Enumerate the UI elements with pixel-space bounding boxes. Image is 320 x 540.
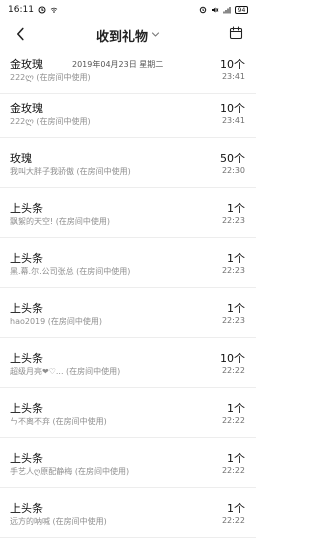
- gift-name: 上头条: [10, 252, 43, 265]
- gift-name: 金玫瑰: [10, 58, 43, 71]
- calendar-button[interactable]: [224, 20, 248, 50]
- gift-name: 上头条: [10, 402, 43, 415]
- gift-sender: hao2019 (在房间中使用): [10, 317, 103, 326]
- gift-name: 上头条: [10, 352, 43, 365]
- top-app-bar: 收到礼物: [0, 20, 256, 50]
- back-button[interactable]: [6, 20, 34, 50]
- gift-count: 1个: [227, 452, 245, 465]
- alarm-icon: [199, 6, 207, 14]
- gift-row[interactable]: 玫瑰 我叫大胖子我骄傲 (在房间中使用) 50个 22:30: [0, 144, 256, 188]
- gift-sender: 手艺人ღ原配静梅 (在房间中使用): [10, 467, 130, 476]
- gift-name: 上头条: [10, 452, 43, 465]
- gift-time: 22:23: [221, 216, 245, 225]
- gift-sender: ㄣ不离不弃 (在房间中使用): [10, 417, 107, 426]
- chevron-down-icon: [151, 28, 160, 43]
- date-overlay: 2019年04月23日 星期二: [72, 60, 164, 69]
- gift-time: 22:23: [221, 266, 245, 275]
- page-title-dropdown[interactable]: 收到礼物: [96, 26, 160, 45]
- mute-icon: [211, 6, 219, 14]
- gift-list[interactable]: 金玫瑰 222ლ (在房间中使用) 10个 23:41 金玫瑰 222ლ (在房…: [0, 50, 256, 540]
- gift-count: 1个: [227, 402, 245, 415]
- gift-time: 22:23: [221, 316, 245, 325]
- signal-icon: [223, 6, 231, 14]
- gift-time: 22:22: [221, 516, 245, 525]
- gift-sender: 远方的呐喊 (在房间中使用): [10, 517, 107, 526]
- gift-row[interactable]: 上头条 远方的呐喊 (在房间中使用) 1个 22:22: [0, 494, 256, 538]
- status-time: 16:11: [8, 5, 34, 15]
- alarm-clock-icon: [38, 6, 46, 14]
- gift-time: 23:41: [221, 116, 245, 125]
- gift-count: 10个: [220, 352, 245, 365]
- gift-time: 22:30: [221, 166, 245, 175]
- gift-row[interactable]: 上头条 飘絮的天空! (在房间中使用) 1个 22:23: [0, 194, 256, 238]
- gift-row[interactable]: 上头条 ㄣ不离不弃 (在房间中使用) 1个 22:22: [0, 394, 256, 438]
- gift-count: 1个: [227, 302, 245, 315]
- status-left: 16:11: [8, 5, 58, 15]
- gift-sender: 黑.幕.尔.公司张总 (在房间中使用): [10, 267, 131, 276]
- gift-count: 10个: [220, 102, 245, 115]
- gift-name: 上头条: [10, 302, 43, 315]
- status-right: 94: [199, 6, 248, 14]
- gift-name: 上头条: [10, 202, 43, 215]
- gift-count: 1个: [227, 202, 245, 215]
- battery-indicator: 94: [235, 6, 248, 14]
- gift-sender: 222ლ (在房间中使用): [10, 117, 91, 126]
- gift-count: 10个: [220, 58, 245, 71]
- gift-time: 22:22: [221, 416, 245, 425]
- gift-name: 上头条: [10, 502, 43, 515]
- chevron-left-icon: [14, 26, 26, 45]
- wifi-icon: [50, 6, 58, 14]
- gift-row[interactable]: 金玫瑰 222ლ (在房间中使用) 10个 23:41: [0, 50, 256, 94]
- gift-sender: 222ლ (在房间中使用): [10, 73, 91, 82]
- status-bar: 16:11 94: [0, 0, 256, 20]
- gift-count: 1个: [227, 252, 245, 265]
- gift-row[interactable]: 上头条 hao2019 (在房间中使用) 1个 22:23: [0, 294, 256, 338]
- gift-name: 金玫瑰: [10, 102, 43, 115]
- gift-time: 22:22: [221, 466, 245, 475]
- gift-count: 50个: [220, 152, 245, 165]
- gift-row[interactable]: 上头条 手艺人ღ原配静梅 (在房间中使用) 1个 22:22: [0, 444, 256, 488]
- gift-name: 玫瑰: [10, 152, 32, 165]
- page-title: 收到礼物: [95, 29, 148, 45]
- gift-sender: 飘絮的天空! (在房间中使用): [10, 217, 110, 226]
- calendar-icon: [228, 25, 244, 45]
- gift-count: 1个: [227, 502, 245, 515]
- gift-row[interactable]: 上头条 黑.幕.尔.公司张总 (在房间中使用) 1个 22:23: [0, 244, 256, 288]
- gift-sender: 超级月亮❤♡... (在房间中使用): [10, 367, 121, 376]
- gift-row[interactable]: 金玫瑰 222ლ (在房间中使用) 10个 23:41: [0, 94, 256, 138]
- gift-time: 22:22: [221, 366, 245, 375]
- gift-time: 23:41: [221, 72, 245, 81]
- gift-row[interactable]: 上头条 超级月亮❤♡... (在房间中使用) 10个 22:22: [0, 344, 256, 388]
- gift-sender: 我叫大胖子我骄傲 (在房间中使用): [10, 167, 131, 176]
